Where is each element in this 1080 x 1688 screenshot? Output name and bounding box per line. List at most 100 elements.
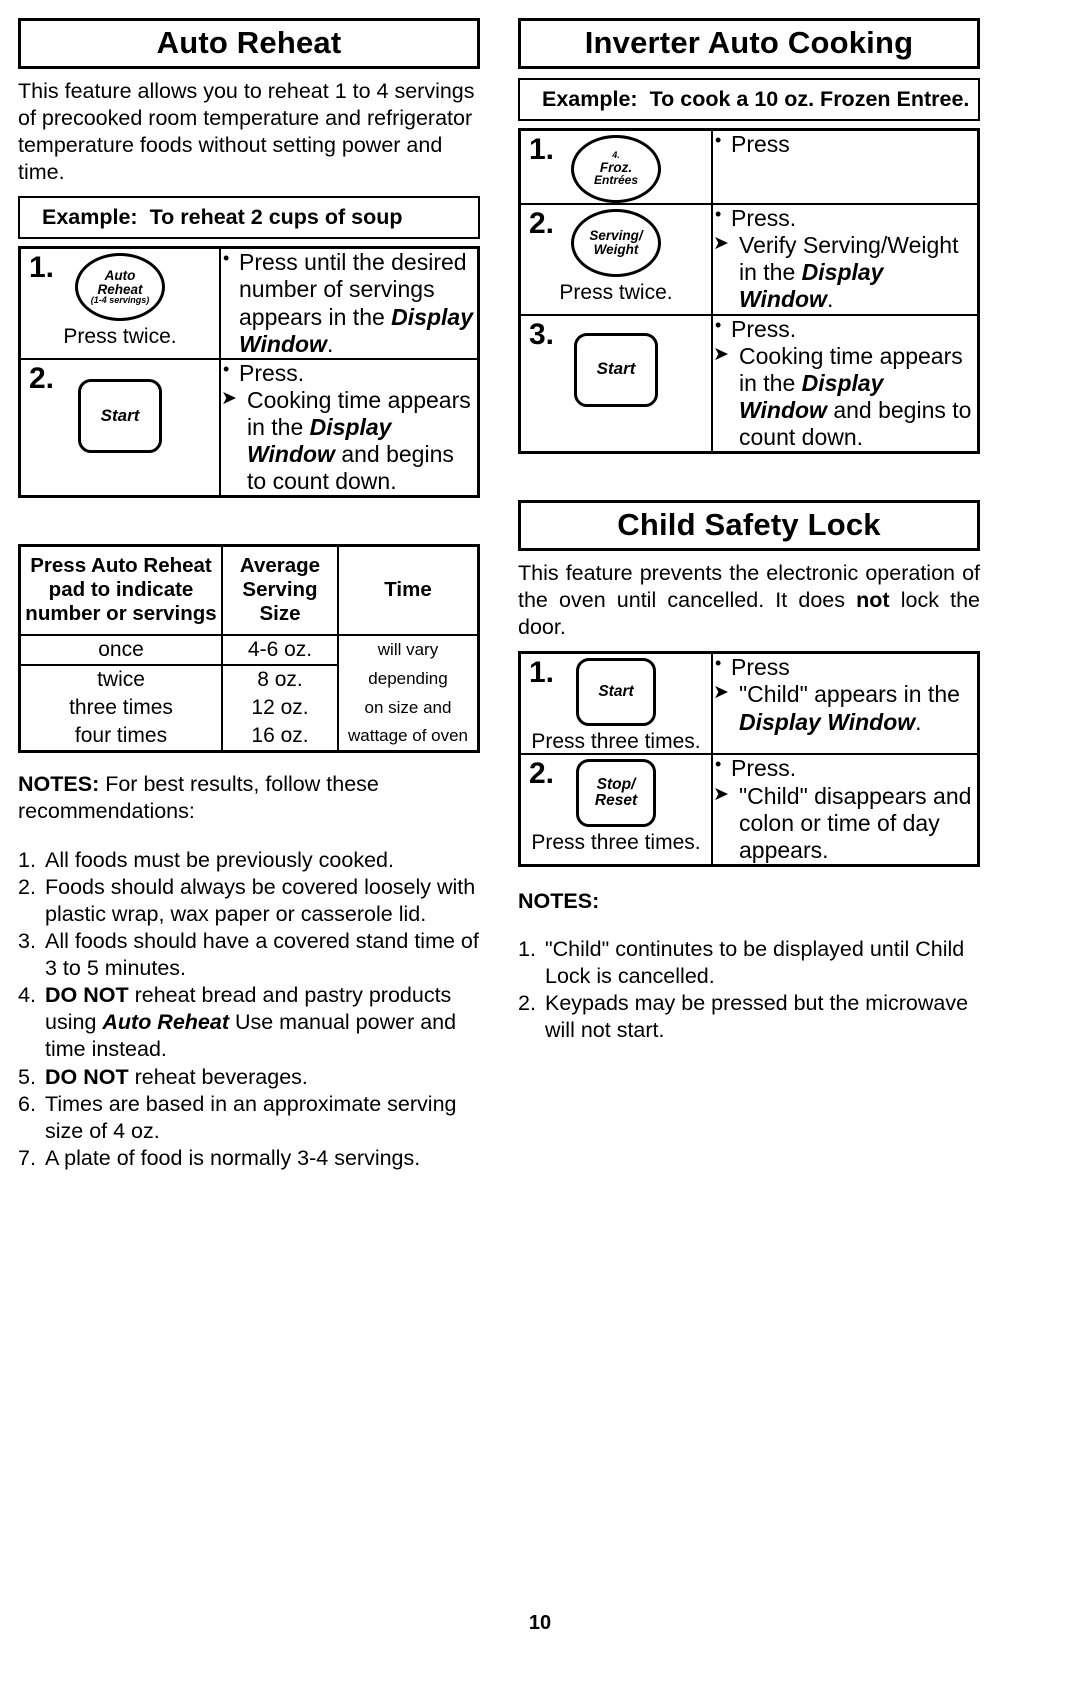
example-text: To cook a 10 oz. Frozen Entree. [649, 87, 970, 111]
auto-reheat-example-bar: Example: To reheat 2 cups of soup [18, 196, 480, 240]
child-lock-notes-label: NOTES: [518, 888, 600, 913]
step-2-description-cell: Press. "Child" disappears and colon or t… [711, 753, 980, 867]
step-number: 1. [529, 133, 555, 166]
step-description: Press. [713, 204, 977, 232]
auto-reheat-pad-icon[interactable]: Auto Reheat (1-4 servings) [75, 253, 165, 322]
press-instruction: Press twice. [63, 325, 177, 349]
sub-description-tail: . [915, 708, 922, 735]
step-sub-description: Cooking time appears in the Display Wind… [221, 387, 477, 496]
note-text: Foods should always be covered loosely w… [45, 874, 476, 927]
note-italic-text: Auto Reheat [102, 1010, 229, 1035]
cell-press-count: four times [18, 721, 223, 753]
example-label: Example: [542, 87, 638, 111]
note-number: 5. [18, 1064, 36, 1089]
step-number: 2. [529, 207, 555, 240]
table-row: 1. Start Press three times. Press "Child… [518, 651, 980, 756]
start-pad-icon[interactable]: Start [574, 332, 658, 407]
sub-description-tail: . [826, 286, 834, 313]
serving-weight-pad-icon[interactable]: Serving/ Weight [571, 209, 661, 277]
step-3-description-cell: Press. Cooking time appears in the Displ… [711, 313, 980, 454]
manual-page: Auto Reheat This feature allows you to r… [0, 0, 1080, 1688]
start-pad-icon[interactable]: Start [78, 378, 162, 453]
description-text: Press [731, 654, 790, 681]
sub-description-text: "Child" disappears and colon or time of … [739, 782, 972, 863]
press-instruction: Press twice. [559, 281, 673, 304]
cell-serving-size: 16 oz. [221, 721, 339, 753]
pad-label-line1: Stop/ [596, 776, 636, 794]
description-text: Press. [731, 205, 797, 231]
table-row: three times 12 oz. on size and [18, 693, 480, 722]
note-text: All foods should have a covered stand ti… [45, 929, 479, 981]
list-item: 1. All foods must be previously cooked. [18, 847, 480, 874]
note-bold-text: DO NOT [45, 1064, 129, 1089]
cell-serving-size: 4-6 oz. [221, 633, 339, 666]
step-number: 2. [29, 361, 55, 395]
column-header-press-count: Press Auto Reheat pad to indicate number… [18, 544, 223, 636]
cell-time: will vary [337, 633, 480, 665]
stop-reset-pad-icon[interactable]: Stop/ Reset [576, 759, 656, 828]
table-row: once 4-6 oz. will vary [18, 633, 480, 666]
auto-reheat-notes-heading: NOTES: For best results, follow these re… [18, 771, 480, 825]
child-safety-lock-steps-table: 1. Start Press three times. Press "Child… [518, 651, 980, 867]
description-text: Press. [731, 755, 797, 782]
note-number: 7. [18, 1145, 36, 1170]
step-2-description-cell: Press. Verify Serving/Weight in the Disp… [711, 203, 980, 316]
pad-label-line2: Reset [594, 792, 638, 810]
table-row: 2. Stop/ Reset Press three times. Press. [518, 753, 980, 867]
list-item: 7. A plate of food is normally 3-4 servi… [18, 1145, 480, 1172]
page-number: 10 [528, 1612, 552, 1634]
display-window-emphasis: Display Window [739, 708, 916, 735]
pad-label-line2: Reheat [97, 281, 143, 297]
pad-label: Start [100, 405, 140, 425]
child-lock-notes-list: 1. "Child" continutes to be displayed un… [518, 936, 980, 1044]
auto-reheat-notes-list: 1. All foods must be previously cooked. … [18, 847, 480, 1172]
cell-time: wattage of oven [337, 721, 480, 753]
intro-bold-word: not [856, 588, 890, 613]
step-2-pad-cell: 2. Stop/ Reset Press three times. [518, 753, 713, 867]
step-sub-description: "Child" disappears and colon or time of … [713, 783, 977, 864]
step-number: 1. [529, 656, 555, 690]
start-pad-icon[interactable]: Start [576, 658, 656, 727]
note-number: 2. [18, 874, 36, 899]
table-row: four times 16 oz. wattage of oven [18, 721, 480, 753]
list-item: 4. DO NOT reheat bread and pastry product… [18, 982, 480, 1063]
cell-time: on size and [337, 693, 480, 722]
table-row: twice 8 oz. depending [18, 664, 480, 694]
note-text: "Child" continutes to be displayed until… [545, 936, 965, 989]
step-1-description-cell: Press "Child" appears in the Display Win… [711, 651, 980, 756]
step-2-pad-cell: 2. Serving/ Weight Press twice. [518, 203, 713, 316]
table-row: 2. Serving/ Weight Press twice. Press. [518, 203, 980, 316]
pad-label: Start [598, 683, 634, 701]
example-label: Example: [42, 205, 138, 230]
description-tail: . [326, 330, 334, 357]
section-title-inverter-auto-cooking: Inverter Auto Cooking [518, 18, 980, 69]
step-description: Press. [221, 359, 477, 387]
pad-label: Start [596, 359, 636, 379]
cell-serving-size: 12 oz. [221, 693, 339, 722]
table-row: 1. Auto Reheat (1-4 servings) Press twic… [18, 246, 480, 360]
frozen-entrees-pad-icon[interactable]: 4. Froz. Entrées [571, 135, 661, 203]
inverter-steps-table: 1. 4. Froz. Entrées Press [518, 128, 980, 455]
note-text: reheat beverages. [128, 1064, 308, 1089]
inverter-example-bar: Example: To cook a 10 oz. Frozen Entree. [518, 78, 980, 121]
pad-label-line3: (1-4 servings) [90, 295, 150, 306]
table-row: 1. 4. Froz. Entrées Press [518, 128, 980, 205]
note-number: 6. [18, 1091, 36, 1116]
press-instruction: Press three times. [531, 730, 701, 754]
step-description: Press. [713, 754, 977, 782]
step-2-pad-cell: 2. Start [18, 357, 221, 498]
list-item: 2. Foods should always be covered loosel… [18, 874, 480, 928]
note-number: 2. [518, 991, 536, 1016]
step-1-pad-cell: 1. Auto Reheat (1-4 servings) Press twic… [18, 246, 221, 360]
list-item: 6. Times are based in an approximate ser… [18, 1091, 480, 1145]
note-text: A plate of food is normally 3-4 servings… [45, 1145, 421, 1170]
example-text: To reheat 2 cups of soup [149, 205, 403, 230]
step-2-description-cell: Press. Cooking time appears in the Displ… [219, 357, 480, 498]
pad-label-line1: Auto [104, 267, 136, 283]
note-text: Times are based in an approximate servin… [45, 1091, 457, 1143]
press-instruction: Press three times. [531, 831, 701, 855]
step-1-pad-cell: 1. Start Press three times. [518, 651, 713, 756]
pad-label-line1: Serving/ [589, 228, 643, 244]
left-column: Auto Reheat This feature allows you to r… [18, 18, 480, 1172]
cell-press-count: once [18, 633, 223, 666]
